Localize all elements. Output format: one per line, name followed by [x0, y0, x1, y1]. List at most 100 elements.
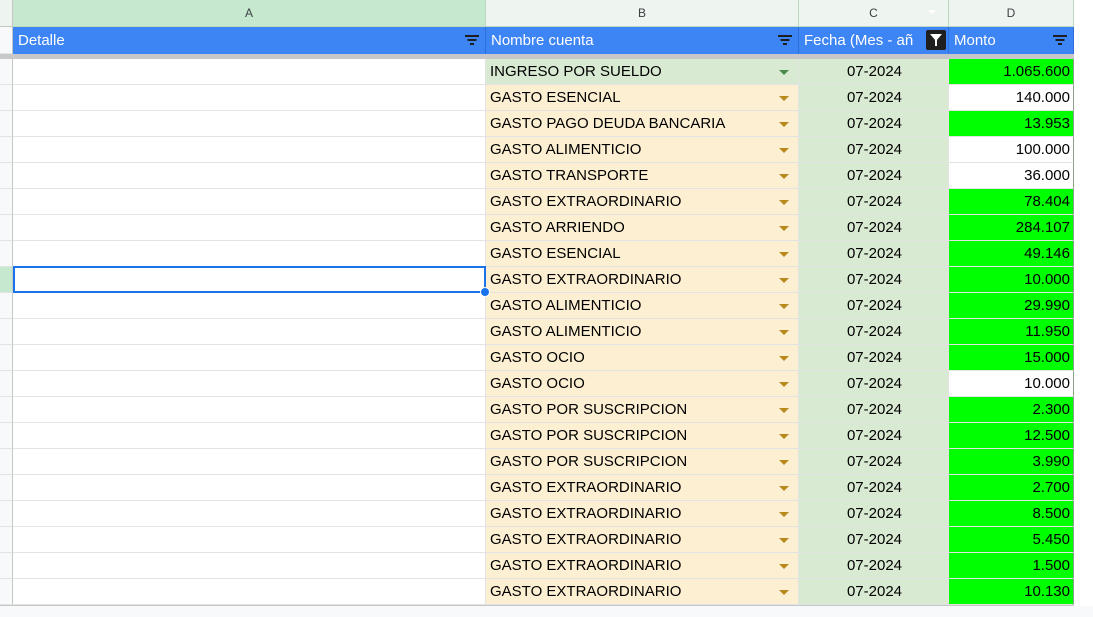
- date-cell[interactable]: 07-2024: [799, 267, 949, 293]
- detalle-cell[interactable]: [13, 111, 486, 137]
- filter-icon[interactable]: [1053, 34, 1067, 46]
- amount-cell[interactable]: 1.065.600: [949, 59, 1074, 85]
- date-cell[interactable]: 07-2024: [799, 345, 949, 371]
- row-number[interactable]: [0, 345, 13, 371]
- date-cell[interactable]: 07-2024: [799, 241, 949, 267]
- row-number[interactable]: [0, 319, 13, 345]
- row-number[interactable]: [0, 527, 13, 553]
- dropdown-arrow-icon[interactable]: [779, 460, 789, 465]
- date-cell[interactable]: 07-2024: [799, 137, 949, 163]
- detalle-cell[interactable]: [13, 319, 486, 345]
- detalle-cell[interactable]: [13, 449, 486, 475]
- account-cell[interactable]: GASTO EXTRAORDINARIO: [486, 267, 799, 293]
- row-number[interactable]: [0, 397, 13, 423]
- date-cell[interactable]: 07-2024: [799, 371, 949, 397]
- column-menu-chevron-icon[interactable]: [928, 10, 936, 14]
- date-cell[interactable]: 07-2024: [799, 579, 949, 605]
- amount-cell[interactable]: 78.404: [949, 189, 1074, 215]
- date-cell[interactable]: 07-2024: [799, 189, 949, 215]
- account-cell[interactable]: GASTO EXTRAORDINARIO: [486, 501, 799, 527]
- detalle-cell[interactable]: [13, 371, 486, 397]
- detalle-cell[interactable]: [13, 59, 486, 85]
- row-number[interactable]: [0, 27, 13, 54]
- account-cell[interactable]: GASTO EXTRAORDINARIO: [486, 475, 799, 501]
- detalle-cell[interactable]: [13, 137, 486, 163]
- amount-cell[interactable]: 1.500: [949, 553, 1074, 579]
- date-cell[interactable]: 07-2024: [799, 475, 949, 501]
- amount-cell[interactable]: 100.000: [949, 137, 1074, 163]
- header-nombre-cuenta[interactable]: Nombre cuenta: [486, 27, 799, 54]
- column-header-b[interactable]: B: [486, 0, 799, 27]
- detalle-cell[interactable]: [13, 579, 486, 605]
- detalle-cell[interactable]: [13, 215, 486, 241]
- amount-cell[interactable]: 13.953: [949, 111, 1074, 137]
- filter-icon[interactable]: [778, 34, 792, 46]
- header-monto[interactable]: Monto: [949, 27, 1074, 54]
- dropdown-arrow-icon[interactable]: [779, 96, 789, 101]
- amount-cell[interactable]: 2.700: [949, 475, 1074, 501]
- amount-cell[interactable]: 36.000: [949, 163, 1074, 189]
- amount-cell[interactable]: 284.107: [949, 215, 1074, 241]
- account-cell[interactable]: GASTO POR SUSCRIPCION: [486, 449, 799, 475]
- date-cell[interactable]: 07-2024: [799, 293, 949, 319]
- dropdown-arrow-icon[interactable]: [779, 512, 789, 517]
- account-cell[interactable]: GASTO POR SUSCRIPCION: [486, 397, 799, 423]
- row-number[interactable]: [0, 267, 13, 293]
- header-detalle[interactable]: Detalle: [13, 27, 486, 54]
- account-cell[interactable]: GASTO POR SUSCRIPCION: [486, 423, 799, 449]
- row-number[interactable]: [0, 85, 13, 111]
- date-cell[interactable]: 07-2024: [799, 111, 949, 137]
- date-cell[interactable]: 07-2024: [799, 423, 949, 449]
- column-header-a[interactable]: A: [13, 0, 486, 27]
- account-cell[interactable]: GASTO OCIO: [486, 345, 799, 371]
- amount-cell[interactable]: 29.990: [949, 293, 1074, 319]
- dropdown-arrow-icon[interactable]: [779, 382, 789, 387]
- account-cell[interactable]: GASTO EXTRAORDINARIO: [486, 527, 799, 553]
- row-number[interactable]: [0, 241, 13, 267]
- fill-handle[interactable]: [480, 287, 490, 297]
- detalle-cell[interactable]: [13, 163, 486, 189]
- row-number[interactable]: [0, 163, 13, 189]
- account-cell[interactable]: GASTO ALIMENTICIO: [486, 293, 799, 319]
- date-cell[interactable]: 07-2024: [799, 319, 949, 345]
- account-cell[interactable]: GASTO EXTRAORDINARIO: [486, 189, 799, 215]
- date-cell[interactable]: 07-2024: [799, 397, 949, 423]
- dropdown-arrow-icon[interactable]: [779, 330, 789, 335]
- row-number[interactable]: [0, 59, 13, 85]
- amount-cell[interactable]: 10.130: [949, 579, 1074, 605]
- account-cell[interactable]: GASTO ALIMENTICIO: [486, 137, 799, 163]
- date-cell[interactable]: 07-2024: [799, 163, 949, 189]
- row-number[interactable]: [0, 189, 13, 215]
- account-cell[interactable]: GASTO ARRIENDO: [486, 215, 799, 241]
- account-cell[interactable]: GASTO EXTRAORDINARIO: [486, 579, 799, 605]
- amount-cell[interactable]: 140.000: [949, 85, 1074, 111]
- date-cell[interactable]: 07-2024: [799, 85, 949, 111]
- date-cell[interactable]: 07-2024: [799, 449, 949, 475]
- dropdown-arrow-icon[interactable]: [779, 226, 789, 231]
- dropdown-arrow-icon[interactable]: [779, 538, 789, 543]
- dropdown-arrow-icon[interactable]: [779, 174, 789, 179]
- row-number[interactable]: [0, 501, 13, 527]
- detalle-cell[interactable]: [13, 345, 486, 371]
- amount-cell[interactable]: 5.450: [949, 527, 1074, 553]
- dropdown-arrow-icon[interactable]: [779, 70, 789, 75]
- dropdown-arrow-icon[interactable]: [779, 434, 789, 439]
- date-cell[interactable]: 07-2024: [799, 215, 949, 241]
- dropdown-arrow-icon[interactable]: [779, 356, 789, 361]
- dropdown-arrow-icon[interactable]: [779, 408, 789, 413]
- amount-cell[interactable]: 15.000: [949, 345, 1074, 371]
- row-number[interactable]: [0, 449, 13, 475]
- detalle-cell[interactable]: [13, 397, 486, 423]
- row-number[interactable]: [0, 475, 13, 501]
- dropdown-arrow-icon[interactable]: [779, 564, 789, 569]
- detalle-cell[interactable]: [13, 527, 486, 553]
- dropdown-arrow-icon[interactable]: [779, 278, 789, 283]
- row-number[interactable]: [0, 423, 13, 449]
- row-number[interactable]: [0, 293, 13, 319]
- dropdown-arrow-icon[interactable]: [779, 200, 789, 205]
- amount-cell[interactable]: 10.000: [949, 267, 1074, 293]
- amount-cell[interactable]: 10.000: [949, 371, 1074, 397]
- row-number[interactable]: [0, 553, 13, 579]
- detalle-cell[interactable]: [13, 85, 486, 111]
- selected-cell[interactable]: [13, 266, 486, 293]
